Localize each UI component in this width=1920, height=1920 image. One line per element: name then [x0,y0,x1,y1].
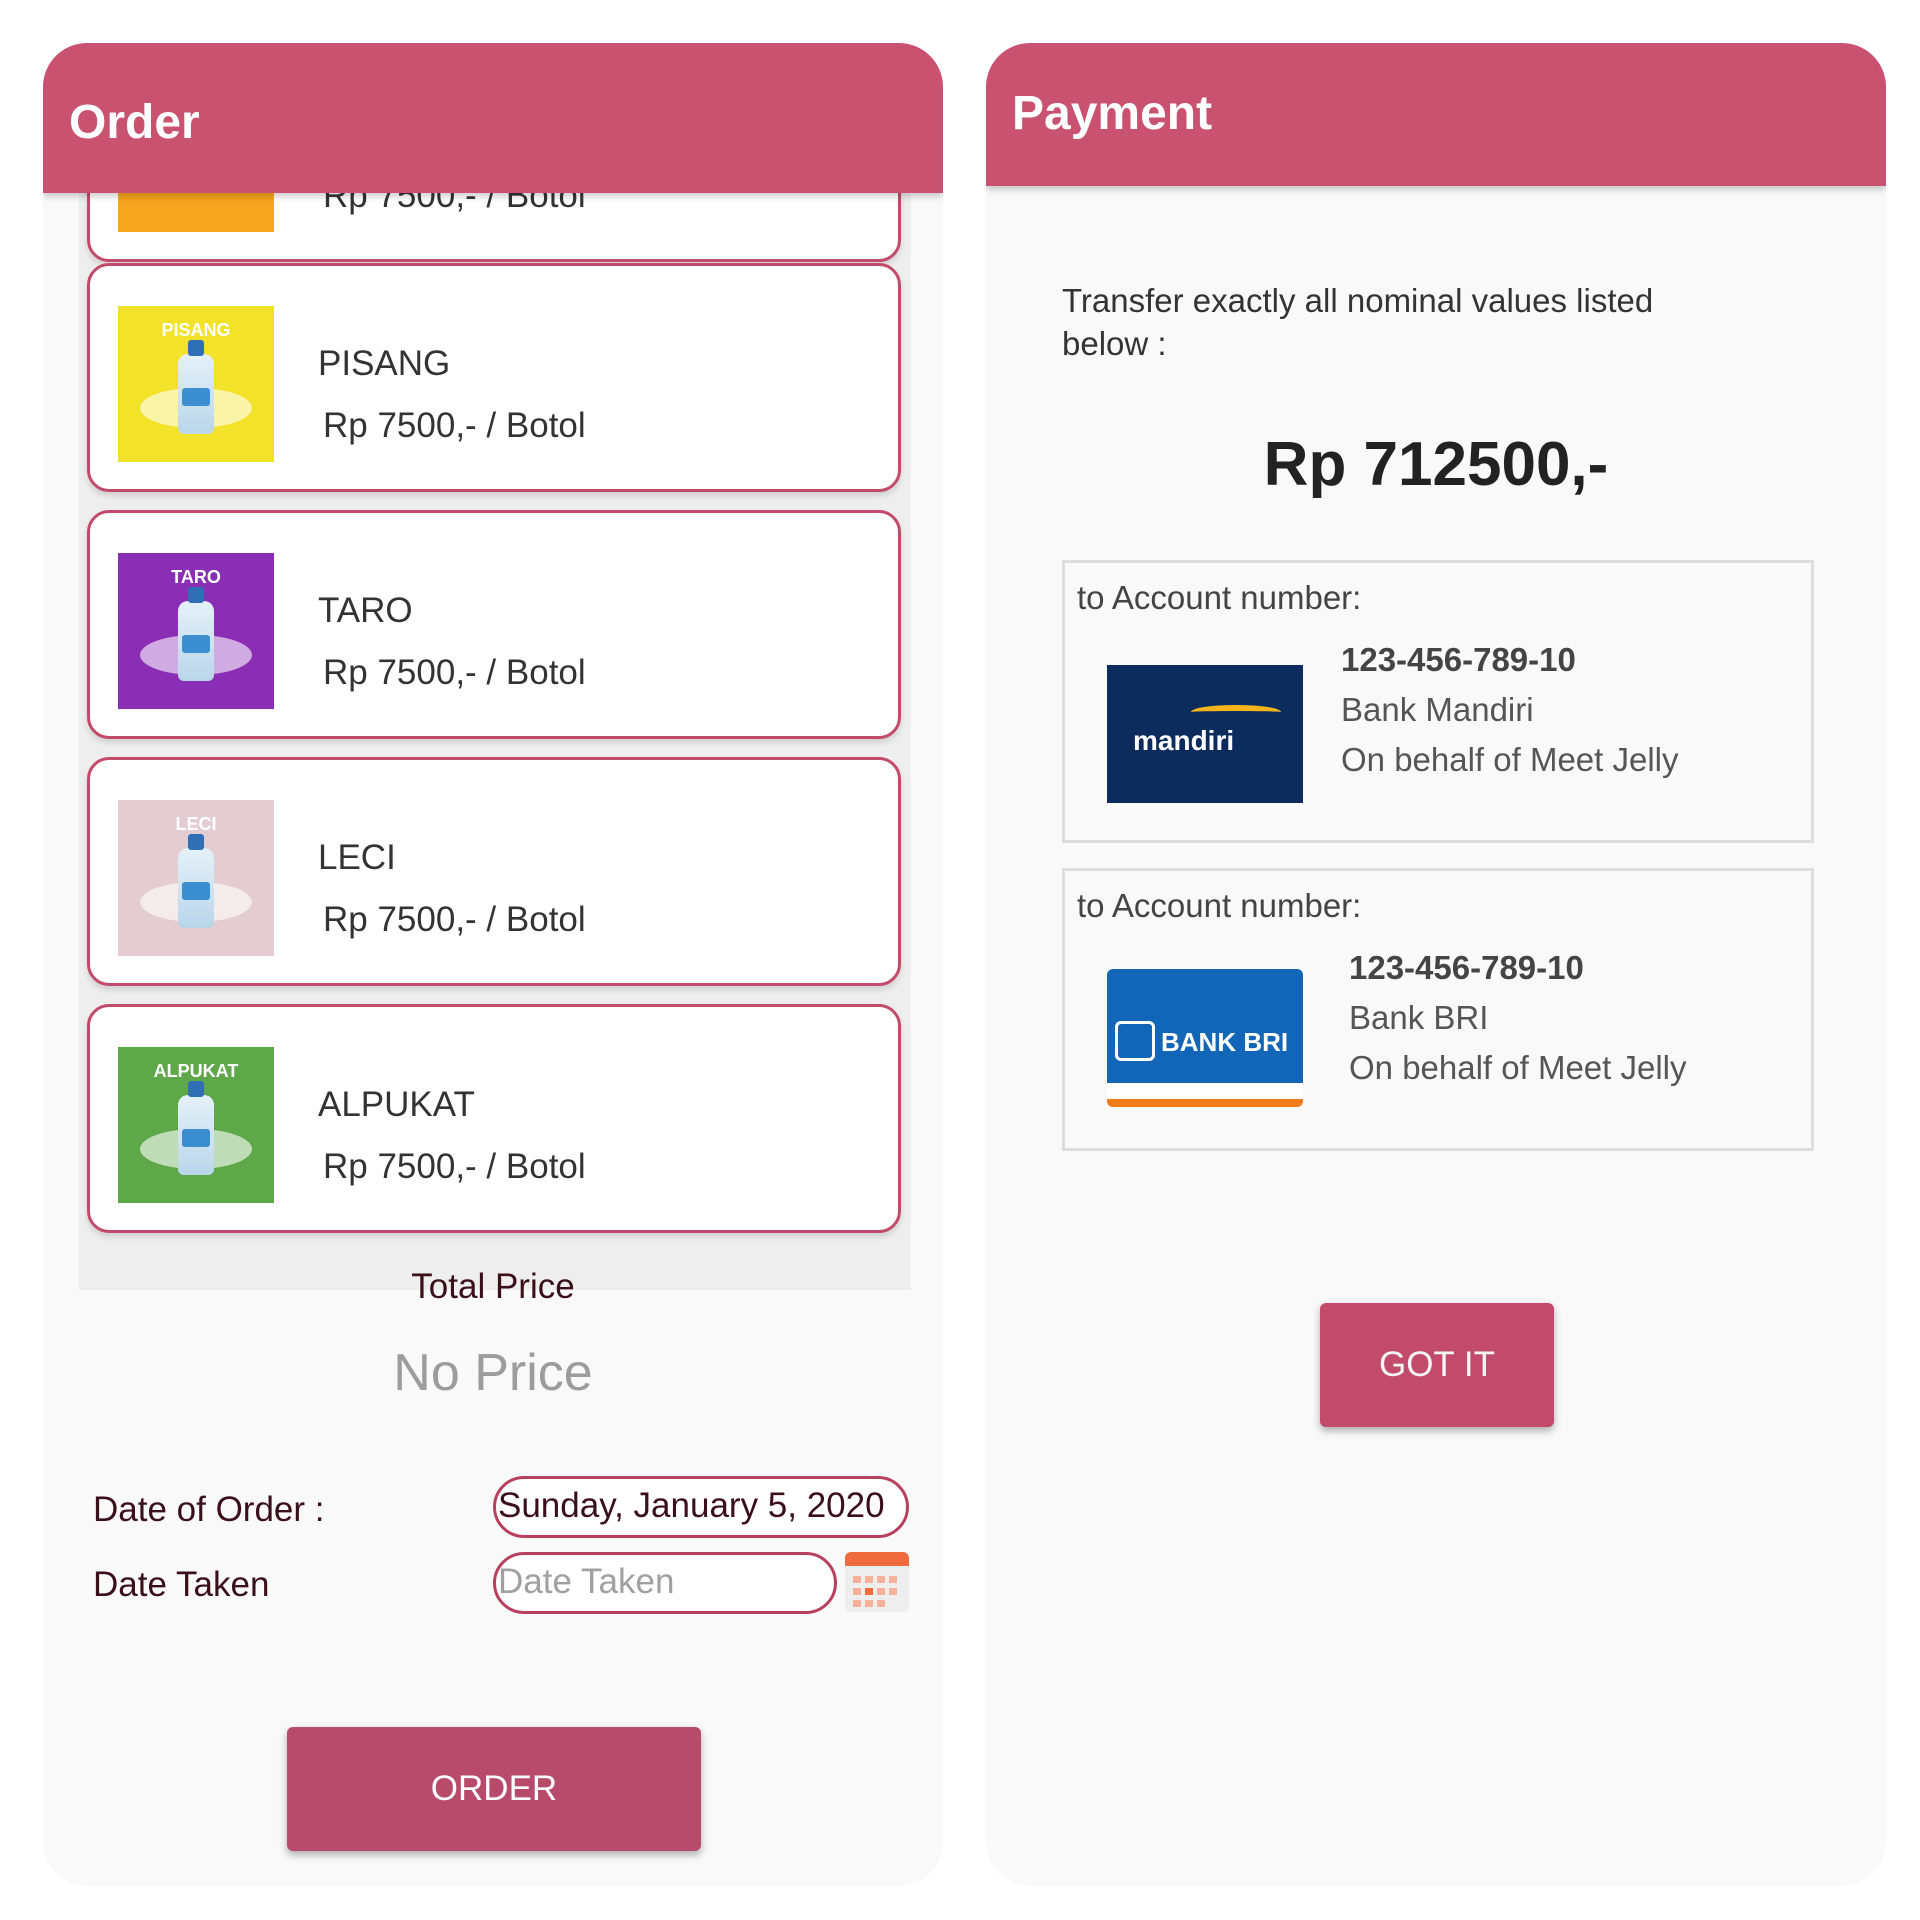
product-price: Rp 7500,- / Botol [323,406,586,445]
product-price: Rp 7500,- / Botol [323,1147,586,1186]
payment-screen: Payment Transfer exactly all nominal val… [986,43,1886,1886]
account-number: 123-456-789-10 [1341,641,1576,678]
product-card-leci[interactable]: LECI LECI Rp 7500,- / Botol [87,757,901,986]
mandiri-logo: mandiri [1107,665,1303,803]
bri-logo: BANK BRI [1107,969,1303,1107]
product-image-label: PISANG [161,320,231,340]
bank-name: Bank BRI [1349,999,1489,1036]
account-card-mandiri: to Account number: mandiri 123-456-789-1… [1062,560,1814,843]
order-screen: Order Rp 7500,- / Botol PISANG PISANG Rp… [43,43,943,1886]
total-price-value: No Price [393,1344,593,1402]
transfer-amount: Rp 712500,- [1263,430,1609,499]
product-image [118,193,274,232]
product-image: PISANG [118,306,274,462]
product-name: ALPUKAT [318,1085,475,1124]
transfer-instruction: Transfer exactly all nominal values list… [1062,282,1654,362]
account-holder: On behalf of Meet Jelly [1341,741,1679,778]
account-label: to Account number: [1077,579,1362,616]
page-title: Order [69,96,200,149]
date-of-order-field[interactable]: Sunday, January 5, 2020 [493,1476,909,1538]
account-label: to Account number: [1077,887,1362,924]
product-price: Rp 7500,- / Botol [323,900,586,939]
app-bar: Order [43,43,943,193]
calendar-icon[interactable] [845,1552,909,1612]
product-image: ALPUKAT [118,1047,274,1203]
bottle-icon [178,340,214,434]
total-price-label: Total Price [411,1267,575,1306]
product-image-label: LECI [175,814,217,834]
product-card-taro[interactable]: TARO TARO Rp 7500,- / Botol [87,510,901,739]
app-bar: Payment [986,43,1886,186]
product-price: Rp 7500,- / Botol [323,653,586,692]
bottle-icon [178,587,214,681]
page-title: Payment [1012,87,1213,140]
product-card-alpukat[interactable]: ALPUKAT ALPUKAT Rp 7500,- / Botol [87,1004,901,1233]
product-name: PISANG [318,344,451,383]
account-holder: On behalf of Meet Jelly [1349,1049,1687,1086]
bottle-icon [178,1081,214,1175]
bank-name: Bank Mandiri [1341,691,1534,728]
product-card-pisang[interactable]: PISANG PISANG Rp 7500,- / Botol [87,263,901,492]
account-number: 123-456-789-10 [1349,949,1584,986]
date-of-order-label: Date of Order : [93,1490,325,1529]
product-card[interactable]: Rp 7500,- / Botol [87,193,901,262]
date-taken-label: Date Taken [93,1565,270,1604]
account-card-bri: to Account number: BANK BRI 123-456-789-… [1062,868,1814,1151]
date-taken-input[interactable]: Date Taken [493,1552,837,1614]
product-name: TARO [318,591,413,630]
product-name: LECI [318,838,396,877]
product-image: LECI [118,800,274,956]
product-image-label: ALPUKAT [153,1061,239,1081]
product-image: TARO [118,553,274,709]
bottle-icon [178,834,214,928]
product-image-label: TARO [171,567,221,587]
product-price: Rp 7500,- / Botol [323,193,586,215]
order-button[interactable]: ORDER [287,1727,701,1851]
got-it-button[interactable]: GOT IT [1320,1303,1554,1427]
product-list[interactable]: Rp 7500,- / Botol PISANG PISANG Rp 7500,… [79,193,911,1290]
